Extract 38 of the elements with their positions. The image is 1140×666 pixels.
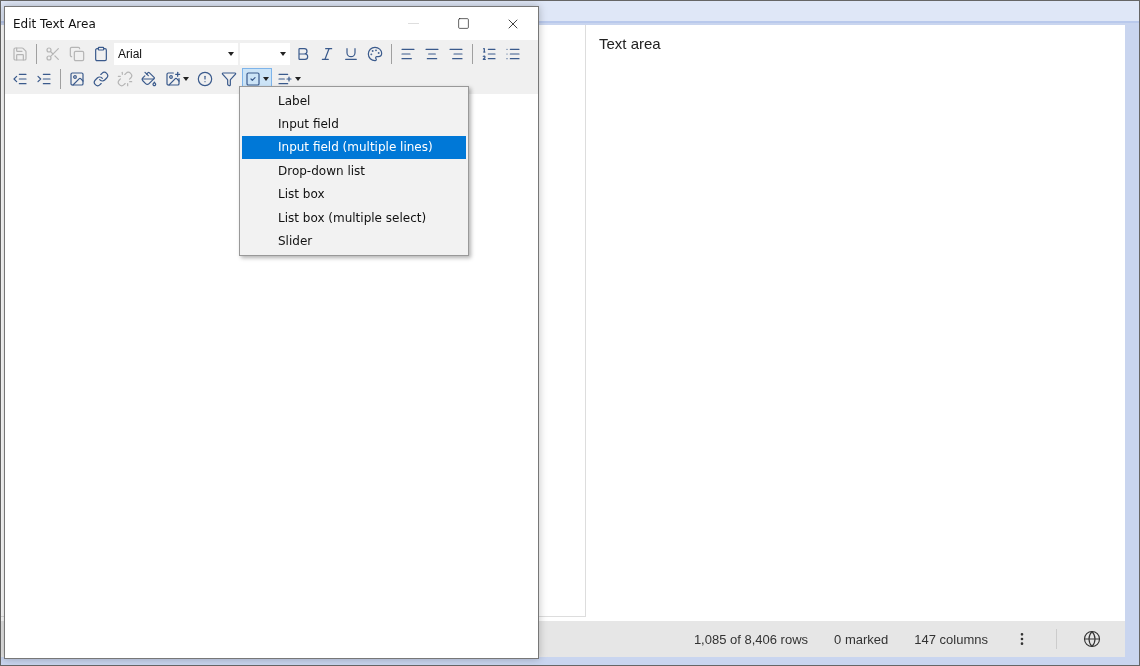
status-text: 1,085 of 8,406 rows [693,631,809,647]
italic-icon [319,46,335,62]
list-plus-icon [277,71,293,87]
palette-icon [367,46,383,62]
align-center-icon [424,46,440,62]
align-left-icon [400,46,416,62]
bullet-list-icon [505,46,521,62]
window-title: Edit Text Area [13,16,97,31]
menu-item[interactable]: Input field [242,112,466,136]
globe-icon[interactable] [1083,630,1101,648]
bold-icon [295,46,311,62]
paint-bucket-icon [141,71,157,87]
menu-item[interactable]: Drop-down list [242,159,466,183]
menu-item[interactable]: List box [242,182,466,206]
menu-item[interactable]: Slider [242,229,466,253]
image-icon [69,71,85,87]
image-plus-icon [165,71,181,87]
link-icon [93,71,109,87]
paste-icon [93,46,109,62]
status-text: 147 columns [914,631,988,647]
copy-icon [69,46,85,62]
save-icon [12,46,28,62]
menu-item[interactable]: Label [242,89,466,113]
status-text: 0 marked [834,631,889,647]
numbered-list-icon [481,46,497,62]
menu-item[interactable]: Input field (multiple lines) [242,135,466,160]
menu-item[interactable]: List box (multiple select) [242,205,466,230]
underline-icon [343,46,359,62]
alert-icon [197,71,213,87]
align-right-icon [448,46,464,62]
filter-icon [221,71,237,87]
scissors-icon [45,46,61,62]
indent-icon [36,71,52,87]
unlink-icon [117,71,133,87]
font-select[interactable]: Arial [114,43,238,65]
text-area-label: Text area [599,35,661,52]
checkbox-icon [245,71,261,87]
outdent-icon [12,71,28,87]
